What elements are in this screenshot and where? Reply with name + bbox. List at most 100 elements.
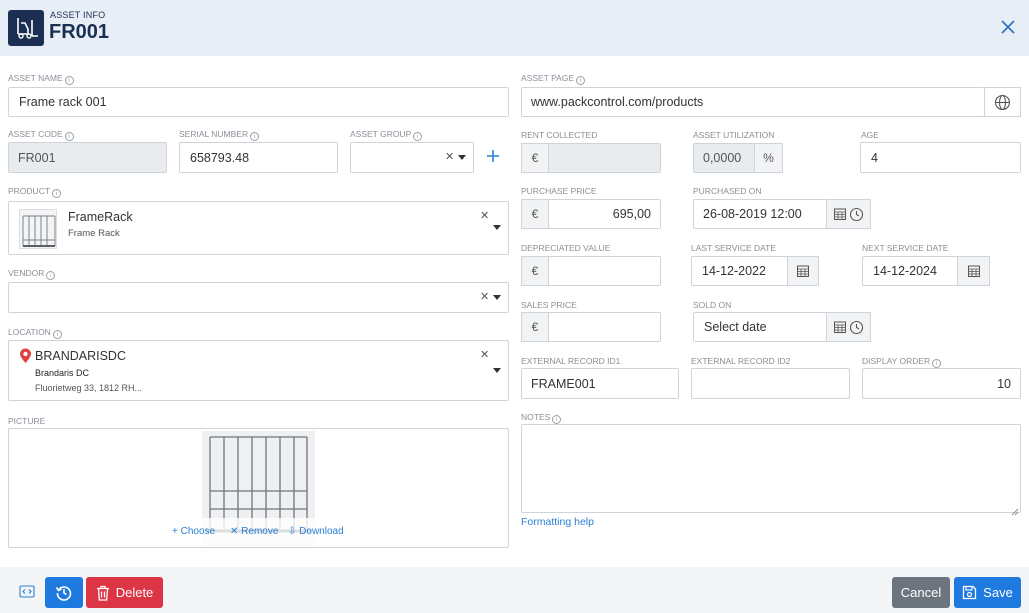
depreciated-value-field[interactable] <box>548 256 661 286</box>
age-label: AGE <box>861 130 879 140</box>
location-name: Brandaris DC <box>35 368 90 378</box>
remove-picture-link[interactable]: ✕ Remove <box>230 526 278 537</box>
notes-textarea[interactable] <box>521 424 1021 513</box>
globe-icon <box>994 94 1011 110</box>
vendor-select[interactable] <box>8 282 509 313</box>
vendor-label: VENDOR i <box>8 268 56 280</box>
sold-on-label: SOLD ON <box>693 300 732 310</box>
delete-button[interactable]: Delete <box>86 577 163 608</box>
last-service-date-value: 14-12-2022 <box>702 264 766 278</box>
rent-collected-label: RENT COLLECTED <box>521 130 598 140</box>
asset-group-select[interactable] <box>350 142 474 173</box>
calendar-icon <box>834 321 846 333</box>
next-service-date-value: 14-12-2024 <box>873 264 937 278</box>
chevron-down-icon[interactable] <box>493 368 501 373</box>
info-icon: i <box>64 76 74 85</box>
serial-number-value: 658793.48 <box>190 151 250 165</box>
currency-addon: € <box>521 312 549 342</box>
purchase-price-label: PURCHASE PRICE <box>521 186 597 196</box>
map-pin-icon <box>19 348 32 364</box>
asset-utilization-value: 0,0000 <box>703 151 742 165</box>
forklift-logo-icon <box>8 10 44 46</box>
info-icon: i <box>552 415 562 424</box>
save-button[interactable]: Save <box>954 577 1021 608</box>
save-button-label: Save <box>983 585 1013 600</box>
external-record-id2-field[interactable] <box>691 368 850 399</box>
external-record-id1-value: FRAME001 <box>531 377 596 391</box>
page-title: FR001 <box>49 21 110 43</box>
external-record-id1-label: EXTERNAL RECORD ID1 <box>521 356 621 366</box>
asset-code-value: FR001 <box>18 151 56 165</box>
add-group-icon[interactable] <box>485 148 501 164</box>
embed-code-icon[interactable] <box>19 585 35 599</box>
product-description: Frame Rack <box>68 228 120 239</box>
info-icon: i <box>413 132 423 141</box>
cancel-button[interactable]: Cancel <box>892 577 950 608</box>
location-label: LOCATION i <box>8 327 62 339</box>
asset-name-label: ASSET NAME i <box>8 73 74 85</box>
header-subtitle: ASSET INFO <box>50 10 106 20</box>
history-icon <box>55 585 72 601</box>
chevron-down-icon[interactable] <box>493 225 501 230</box>
percent-addon: % <box>754 143 783 173</box>
delete-button-label: Delete <box>115 585 154 600</box>
purchase-price-value: 695,00 <box>612 207 651 221</box>
product-name: FrameRack <box>68 210 133 224</box>
trash-icon <box>96 585 109 601</box>
notes-label: NOTES i <box>521 412 562 424</box>
choose-picture-link[interactable]: + Choose <box>172 526 215 537</box>
formatting-help-link[interactable]: Formatting help <box>521 516 594 528</box>
info-icon: i <box>250 132 260 141</box>
info-icon: i <box>52 189 62 198</box>
currency-addon: € <box>521 199 549 229</box>
sold-on-placeholder: Select date <box>704 320 767 334</box>
clock-icon <box>849 207 864 221</box>
currency-addon: € <box>521 143 549 173</box>
info-icon: i <box>576 76 586 85</box>
clear-icon[interactable]: ✕ <box>480 348 489 361</box>
info-icon: i <box>932 359 942 368</box>
datetime-picker-button[interactable] <box>826 199 871 229</box>
info-icon: i <box>64 132 74 141</box>
asset-page-value: www.packcontrol.com/products <box>531 95 704 109</box>
clear-icon[interactable]: ✕ <box>445 150 454 163</box>
location-code: BRANDARISDC <box>35 349 126 363</box>
sales-price-label: SALES PRICE <box>521 300 577 310</box>
clock-icon <box>849 320 864 334</box>
asset-page-label: ASSET PAGE i <box>521 73 586 85</box>
calendar-icon <box>834 208 846 220</box>
resize-handle-icon[interactable] <box>1011 503 1019 516</box>
display-order-value: 10 <box>997 377 1011 391</box>
info-icon: i <box>52 330 62 339</box>
age-value: 4 <box>871 151 878 165</box>
serial-number-label: SERIAL NUMBER i <box>179 129 260 141</box>
product-label: PRODUCT i <box>8 186 62 198</box>
clear-icon[interactable]: ✕ <box>480 290 489 303</box>
chevron-down-icon[interactable] <box>458 155 466 160</box>
chevron-down-icon[interactable] <box>493 295 501 300</box>
rent-collected-field[interactable] <box>548 143 661 173</box>
sales-price-field[interactable] <box>548 312 661 342</box>
display-order-label: DISPLAY ORDER i <box>862 356 942 368</box>
date-picker-button[interactable] <box>787 256 819 286</box>
calendar-icon <box>967 265 980 277</box>
asset-utilization-label: ASSET UTILIZATION <box>693 130 775 140</box>
age-field[interactable] <box>860 142 1021 173</box>
history-button[interactable] <box>45 577 83 608</box>
purchased-on-value: 26-08-2019 12:00 <box>703 207 802 221</box>
external-record-id2-label: EXTERNAL RECORD ID2 <box>691 356 791 366</box>
product-thumbnail <box>19 209 57 249</box>
open-link-button[interactable] <box>984 87 1021 117</box>
date-picker-button[interactable] <box>957 256 990 286</box>
last-service-date-label: LAST SERVICE DATE <box>691 243 777 253</box>
download-picture-link[interactable]: ⇩ Download <box>288 526 344 537</box>
clear-icon[interactable]: ✕ <box>480 209 489 222</box>
close-icon[interactable] <box>998 17 1018 37</box>
floppy-disk-icon <box>963 585 977 600</box>
asset-name-value: Frame rack 001 <box>19 95 107 109</box>
next-service-date-label: NEXT SERVICE DATE <box>862 243 949 253</box>
datetime-picker-button[interactable] <box>826 312 871 342</box>
info-icon: i <box>46 271 56 280</box>
asset-group-label: ASSET GROUP i <box>350 129 423 141</box>
calendar-icon <box>797 265 809 277</box>
